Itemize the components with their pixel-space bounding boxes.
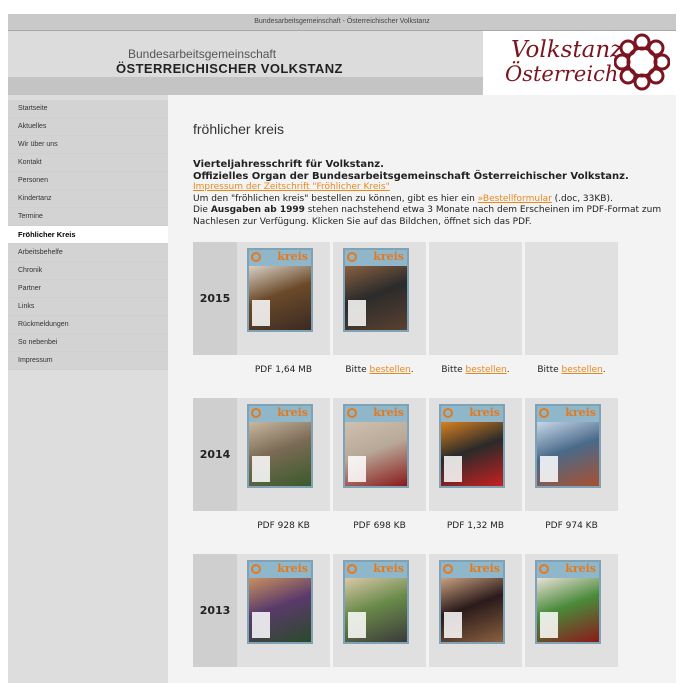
- cover-title: kreis: [373, 562, 404, 575]
- cover-title: kreis: [565, 406, 596, 419]
- year-row-2015: 2015 kreis PDF 1,64 MB kreis Bitte bestellen…: [193, 242, 623, 375]
- main-content: fröhlicher kreis Vierteljahresschrift fü…: [168, 95, 676, 683]
- impressum-link[interactable]: Impressum der Zeitschrift "Fröhlicher Kr…: [193, 182, 390, 192]
- site-logo[interactable]: Volkstanz Österreich: [483, 31, 676, 95]
- window-title: Bundesarbeitsgemeinschaft - Österreichis…: [8, 14, 676, 31]
- issue-cell: [525, 242, 618, 355]
- ornament-icon: [614, 33, 670, 91]
- issue-cell: kreis: [333, 398, 426, 511]
- issue-cover-thumbnail[interactable]: kreis: [439, 404, 505, 488]
- archive-paragraph: Die Ausgaben ab 1999 stehen nachstehend …: [193, 205, 662, 227]
- logo-text-volkstanz: Volkstanz: [511, 37, 623, 63]
- header-org-line1: Bundesarbeitsgemeinschaft: [128, 47, 277, 61]
- header-org-line2: ÖSTERREICHISCHER VOLKSTANZ: [116, 61, 343, 76]
- sidebar-item-links[interactable]: Links: [8, 298, 168, 316]
- sidebar-item-aktuelles[interactable]: Aktuelles: [8, 118, 168, 136]
- sidebar-nav: Startseite Aktuelles Wir über uns Kontakt Pe…: [8, 95, 168, 683]
- issue-cover-thumbnail[interactable]: kreis: [247, 560, 313, 644]
- order-form-link[interactable]: »Bestellformular: [478, 194, 552, 204]
- year-label: 2015: [193, 242, 237, 355]
- sidebar-item-so-nebenbei[interactable]: So nebenbei: [8, 334, 168, 352]
- issue-caption: Bitte bestellen.: [537, 365, 606, 375]
- sidebar-item-fröhlicher-kreis[interactable]: Fröhlicher Kreis: [8, 226, 168, 244]
- issue-cell: [429, 242, 522, 355]
- sidebar-item-chronik[interactable]: Chronik: [8, 262, 168, 280]
- cover-title: kreis: [277, 406, 308, 419]
- sidebar-item-startseite[interactable]: Startseite: [8, 100, 168, 118]
- year-label: 2014: [193, 398, 237, 511]
- cover-title: kreis: [277, 562, 308, 575]
- issue-caption[interactable]: PDF 698 KB: [333, 521, 426, 531]
- issue-cell: kreis: [237, 554, 330, 667]
- sidebar-item-arbeitsbehelfe[interactable]: Arbeitsbehelfe: [8, 244, 168, 262]
- issue-cover-thumbnail[interactable]: kreis: [535, 560, 601, 644]
- order-issue-link[interactable]: bestellen: [466, 365, 507, 375]
- sidebar-item-rückmeldungen[interactable]: Rückmeldungen: [8, 316, 168, 334]
- sidebar-item-termine[interactable]: Termine: [8, 208, 168, 226]
- intro-text: Vierteljahresschrift für Volkstanz. Offi…: [193, 159, 673, 228]
- issue-cell: kreis: [429, 398, 522, 511]
- year-row-2013: 2013 kreis kreis kreis kreis: [193, 554, 623, 667]
- issue-caption[interactable]: PDF 1,64 MB: [237, 365, 330, 375]
- issue-cover-thumbnail[interactable]: kreis: [343, 404, 409, 488]
- issue-cover-thumbnail[interactable]: kreis: [247, 404, 313, 488]
- header-band: [8, 77, 483, 95]
- issue-caption: Bitte bestellen.: [345, 365, 414, 375]
- year-row-2014: 2014 kreis PDF 928 KB kreis PDF 698 KB kreis P…: [193, 398, 623, 531]
- issue-cell: kreis: [237, 242, 330, 355]
- issue-cell: kreis: [525, 398, 618, 511]
- subtitle-quarterly: Vierteljahresschrift für Volkstanz.: [193, 159, 384, 170]
- cover-title: kreis: [565, 562, 596, 575]
- issue-cover-thumbnail[interactable]: kreis: [535, 404, 601, 488]
- sidebar-item-kindertanz[interactable]: Kindertanz: [8, 190, 168, 208]
- issue-cover-thumbnail[interactable]: kreis: [247, 248, 313, 332]
- year-label: 2013: [193, 554, 237, 667]
- issue-cover-thumbnail[interactable]: kreis: [343, 248, 409, 332]
- cover-title: kreis: [373, 406, 404, 419]
- page-title: fröhlicher kreis: [193, 121, 285, 137]
- logo-text-oesterreich: Österreich: [505, 62, 619, 86]
- cover-title: kreis: [277, 250, 308, 263]
- issue-caption[interactable]: PDF 1,32 MB: [429, 521, 522, 531]
- sidebar-item-partner[interactable]: Partner: [8, 280, 168, 298]
- issue-caption: Bitte bestellen.: [441, 365, 510, 375]
- issue-cell: kreis: [525, 554, 618, 667]
- cover-title: kreis: [469, 406, 500, 419]
- sidebar-item-impressum[interactable]: Impressum: [8, 352, 168, 370]
- issue-cell: kreis: [333, 554, 426, 667]
- cover-title: kreis: [469, 562, 500, 575]
- site-header: Bundesarbeitsgemeinschaft ÖSTERREICHISCH…: [8, 31, 676, 95]
- issue-caption[interactable]: PDF 974 KB: [525, 521, 618, 531]
- order-issue-link[interactable]: bestellen: [370, 365, 411, 375]
- sidebar-item-kontakt[interactable]: Kontakt: [8, 154, 168, 172]
- issue-cover-thumbnail[interactable]: kreis: [439, 560, 505, 644]
- issue-cover-thumbnail[interactable]: kreis: [343, 560, 409, 644]
- issue-caption[interactable]: PDF 928 KB: [237, 521, 330, 531]
- issue-cell: kreis: [237, 398, 330, 511]
- order-paragraph: Um den "fröhlichen kreis" bestellen zu k…: [193, 193, 613, 204]
- sidebar-item-personen[interactable]: Personen: [8, 172, 168, 190]
- order-issue-link[interactable]: bestellen: [562, 365, 603, 375]
- cover-title: kreis: [373, 250, 404, 263]
- sidebar-item-wir-über-uns[interactable]: Wir über uns: [8, 136, 168, 154]
- issue-cell: kreis: [429, 554, 522, 667]
- subtitle-organ: Offizielles Organ der Bundesarbeitsgemei…: [193, 170, 629, 182]
- issue-cell: kreis: [333, 242, 426, 355]
